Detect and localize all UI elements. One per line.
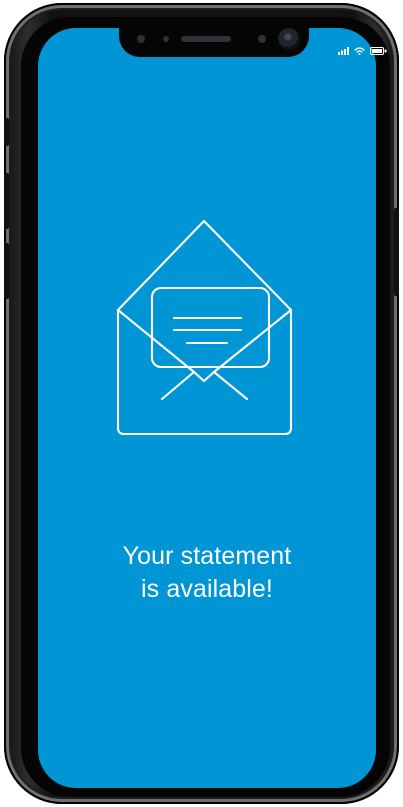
sensor-dot xyxy=(137,35,145,43)
volume-down-button xyxy=(4,243,9,299)
wifi-icon xyxy=(354,47,365,55)
statement-headline-line-1: Your statement xyxy=(122,542,292,570)
phone-mockup: Your statement is available! xyxy=(0,0,403,807)
power-button xyxy=(394,208,399,296)
phone-notch xyxy=(119,17,309,57)
open-envelope-icon xyxy=(116,219,293,436)
sensor-dot xyxy=(163,36,169,42)
statement-headline-line-2: is available! xyxy=(141,575,273,603)
statement-message: Your statement is available! xyxy=(38,540,376,606)
speaker-grille xyxy=(181,36,231,42)
volume-up-button xyxy=(4,173,9,229)
battery-icon xyxy=(370,47,387,55)
sensor-dot xyxy=(258,35,266,43)
front-camera xyxy=(278,28,300,50)
phone-frame: Your statement is available! xyxy=(4,3,399,804)
status-bar xyxy=(338,47,387,55)
phone-screen: Your statement is available! xyxy=(38,28,376,788)
silent-switch xyxy=(4,118,9,146)
signal-icon xyxy=(338,47,349,55)
